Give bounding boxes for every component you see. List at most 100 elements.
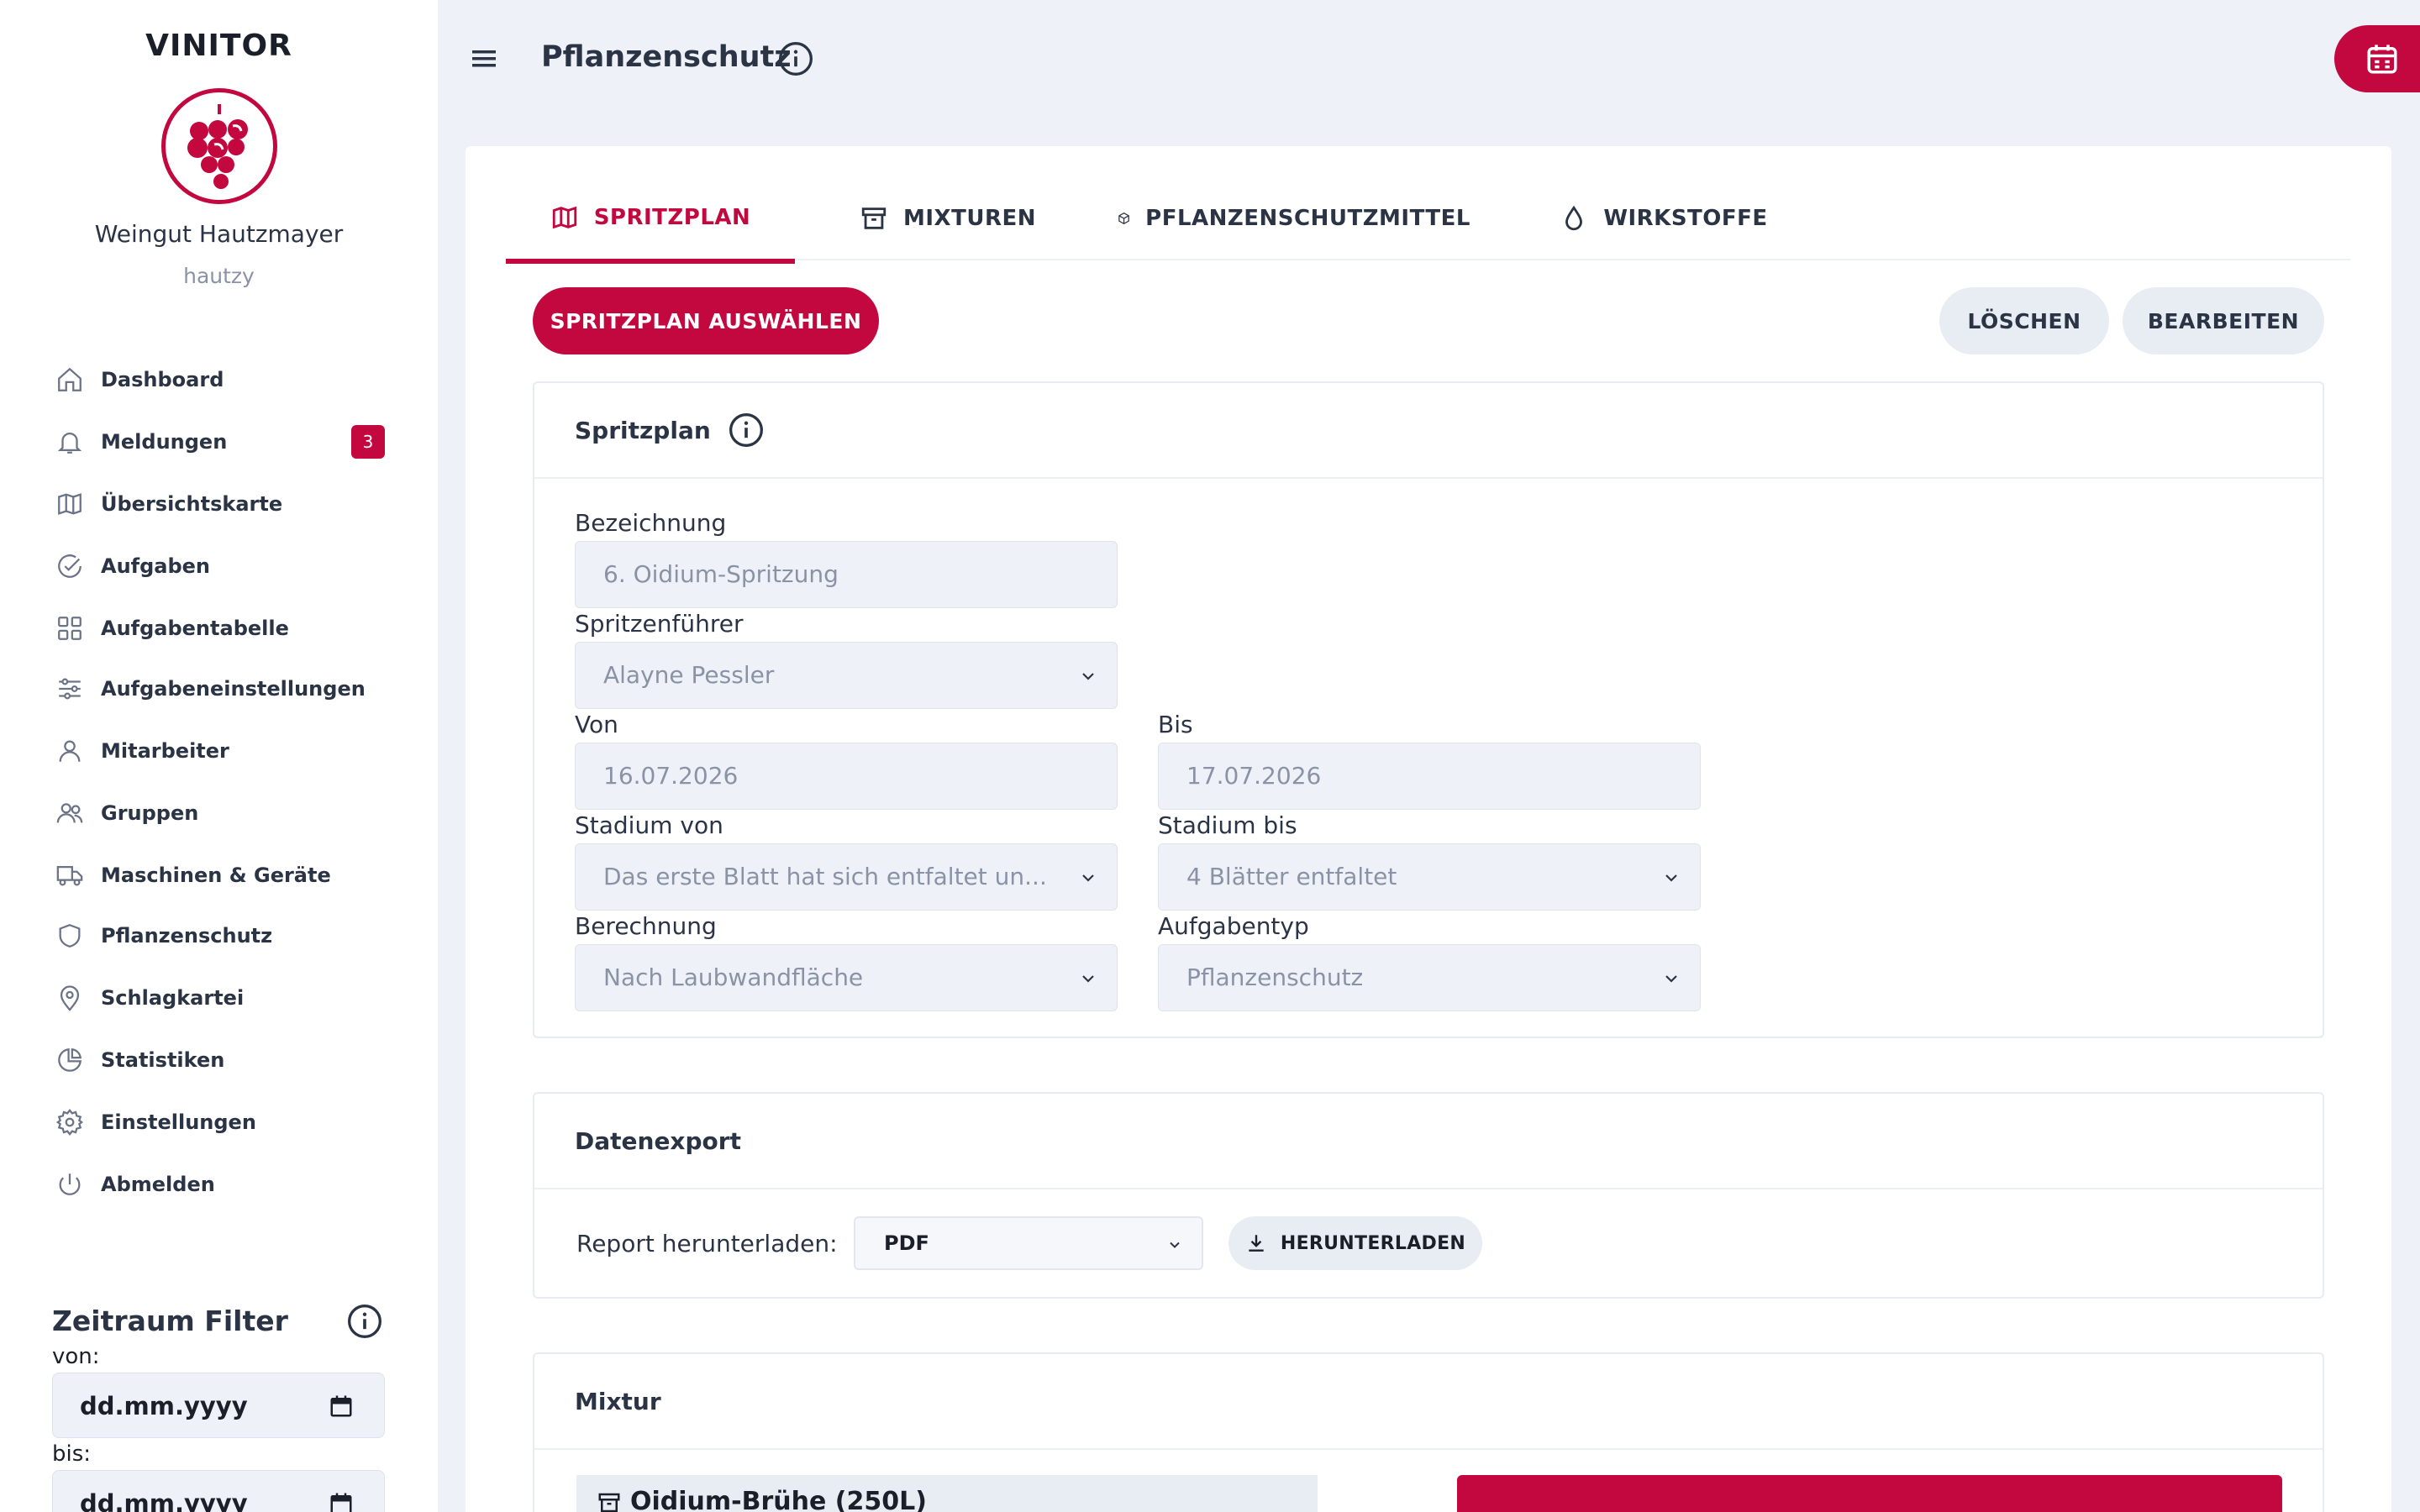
sidebar-item-label: Mitarbeiter — [101, 739, 229, 763]
sidebar-item-mitarbeiter[interactable]: Mitarbeiter — [52, 726, 388, 776]
filter-from-label: von: — [52, 1344, 100, 1369]
berechnung-select[interactable]: Nach Laubwandfläche — [575, 944, 1118, 1011]
bezeichnung-field[interactable]: 6. Oidium-Spritzung — [575, 541, 1118, 608]
page-title: Pflanzenschutz — [541, 40, 792, 74]
sidebar-item-statistiken[interactable]: Statistiken — [52, 1035, 388, 1085]
berechnung-label: Berechnung — [575, 912, 717, 940]
hamburger-menu-icon[interactable] — [469, 45, 502, 72]
panel-header: Spritzplan — [534, 383, 2323, 479]
org-name: Weingut Hautzmayer — [94, 220, 344, 248]
sidebar-item-label: Pflanzenschutz — [101, 924, 273, 948]
gear-icon — [52, 1105, 87, 1140]
report-label: Report herunterladen: — [576, 1230, 838, 1257]
power-icon — [52, 1167, 87, 1202]
tab-wirkstoffe[interactable]: WIRKSTOFFE — [1555, 176, 1773, 260]
spritzenfuehrer-select[interactable]: Alayne Pessler — [575, 642, 1118, 709]
sidebar-item-label: Übersichtskarte — [101, 492, 283, 516]
notification-badge: 3 — [351, 425, 385, 459]
check-circle-icon — [52, 549, 87, 584]
sidebar-item-pflanzenschutz[interactable]: Pflanzenschutz — [52, 911, 388, 961]
sidebar: VINITOR Weingut Hautzmayer hautzy Dashbo… — [0, 0, 438, 1512]
select-value: Das erste Blatt hat sich entfaltet un... — [603, 863, 1047, 890]
panel-title: Datenexport — [575, 1126, 741, 1155]
download-icon — [1249, 1235, 1264, 1252]
grid-icon — [52, 611, 87, 646]
sidebar-item-label: Gruppen — [101, 801, 199, 825]
pie-chart-icon — [52, 1042, 87, 1078]
filter-from-input[interactable]: dd.mm.yyyy — [52, 1373, 385, 1438]
sidebar-item-aufgabentabelle[interactable]: Aufgabentabelle — [52, 603, 388, 654]
calendar-button[interactable] — [2334, 25, 2420, 92]
bis-field[interactable]: 17.07.2026 — [1158, 743, 1701, 810]
sidebar-item-abmelden[interactable]: Abmelden — [52, 1159, 388, 1210]
sidebar-item-label: Aufgabentabelle — [101, 617, 289, 640]
sidebar-item-dashboard[interactable]: Dashboard — [52, 354, 388, 405]
stadium-von-select[interactable]: Das erste Blatt hat sich entfaltet un... — [575, 843, 1118, 911]
sidebar-item-maschinen[interactable]: Maschinen & Geräte — [52, 850, 388, 900]
sidebar-item-label: Aufgaben — [101, 554, 211, 578]
tab-label: WIRKSTOFFE — [1603, 206, 1768, 231]
map-icon — [52, 486, 87, 522]
aufgabentyp-label: Aufgabentyp — [1158, 912, 1309, 940]
panel-title: Mixtur — [575, 1387, 661, 1415]
home-icon — [52, 362, 87, 397]
chevron-down-icon — [1082, 975, 1094, 983]
sidebar-item-gruppen[interactable]: Gruppen — [52, 788, 388, 838]
spritzenfuehrer-label: Spritzenführer — [575, 610, 744, 638]
stadium-bis-label: Stadium bis — [1158, 811, 1297, 839]
sidebar-item-label: Abmelden — [101, 1173, 215, 1196]
sidebar-item-meldungen[interactable]: Meldungen 3 — [52, 417, 388, 467]
mixture-action-bar[interactable] — [1457, 1475, 2282, 1512]
select-spritzplan-button[interactable]: SPRITZPLAN AUSWÄHLEN — [533, 287, 879, 354]
sidebar-item-aufgaben[interactable]: Aufgaben — [52, 541, 388, 591]
user-icon — [52, 733, 87, 769]
user-name: hautzy — [183, 264, 255, 288]
calendar-icon — [2367, 45, 2397, 74]
info-icon[interactable] — [777, 40, 814, 77]
von-field[interactable]: 16.07.2026 — [575, 743, 1118, 810]
sidebar-item-aufgabeneinstellungen[interactable]: Aufgabeneinstellungen — [52, 664, 388, 714]
calendar-icon[interactable] — [329, 1491, 354, 1512]
tab-label: MIXTUREN — [903, 206, 1036, 231]
bezeichnung-label: Bezeichnung — [575, 509, 727, 537]
archive-icon — [861, 207, 886, 229]
chevron-down-icon — [1082, 673, 1094, 680]
calendar-icon[interactable] — [329, 1394, 354, 1419]
edit-button[interactable]: BEARBEITEN — [2123, 287, 2324, 354]
sidebar-item-label: Einstellungen — [101, 1110, 256, 1134]
delete-button[interactable]: LÖSCHEN — [1939, 287, 2109, 354]
tab-spritzplan[interactable]: SPRITZPLAN — [506, 176, 795, 264]
sidebar-item-label: Aufgabeneinstellungen — [101, 677, 366, 701]
info-icon[interactable] — [728, 412, 765, 449]
truck-icon — [52, 858, 87, 893]
filter-title: Zeitraum Filter — [52, 1305, 288, 1337]
panel-header: Datenexport — [534, 1094, 2323, 1189]
aufgabentyp-select[interactable]: Pflanzenschutz — [1158, 944, 1701, 1011]
tab-pflanzenschutzmittel[interactable]: PFLANZENSCHUTZMITTEL — [1118, 176, 1470, 260]
sidebar-item-label: Dashboard — [101, 368, 224, 391]
stadium-von-label: Stadium von — [575, 811, 723, 839]
sidebar-item-schlagkartei[interactable]: Schlagkartei — [52, 973, 388, 1023]
info-icon[interactable] — [346, 1303, 383, 1340]
filter-from-value: dd.mm.yyyy — [80, 1392, 248, 1420]
sidebar-item-label: Meldungen — [101, 430, 228, 454]
datenexport-panel: Datenexport Report herunterladen: PDF HE… — [533, 1092, 2324, 1299]
tab-mixturen[interactable]: MIXTUREN — [847, 176, 1049, 260]
filter-to-input[interactable]: dd.mm.yyyy — [52, 1470, 385, 1512]
select-value: Nach Laubwandfläche — [603, 963, 864, 991]
spritzplan-panel: Spritzplan Bezeichnung 6. Oidium-Spritzu… — [533, 381, 2324, 1038]
map-icon — [552, 206, 576, 229]
select-value: PDF — [884, 1231, 929, 1255]
chevron-down-icon — [1665, 874, 1677, 882]
download-button[interactable]: HERUNTERLADEN — [1228, 1216, 1482, 1270]
download-label: HERUNTERLADEN — [1280, 1232, 1466, 1254]
map-pin-icon — [52, 980, 87, 1016]
tab-label: SPRITZPLAN — [593, 205, 751, 230]
chevron-down-icon — [1170, 1242, 1180, 1248]
sidebar-item-uebersichtskarte[interactable]: Übersichtskarte — [52, 479, 388, 529]
bis-label: Bis — [1158, 711, 1193, 738]
report-format-select[interactable]: PDF — [854, 1216, 1203, 1270]
sidebar-item-einstellungen[interactable]: Einstellungen — [52, 1097, 388, 1147]
stadium-bis-select[interactable]: 4 Blätter entfaltet — [1158, 843, 1701, 911]
mixture-item[interactable]: Oidium-Brühe (250L) — [576, 1475, 1318, 1512]
